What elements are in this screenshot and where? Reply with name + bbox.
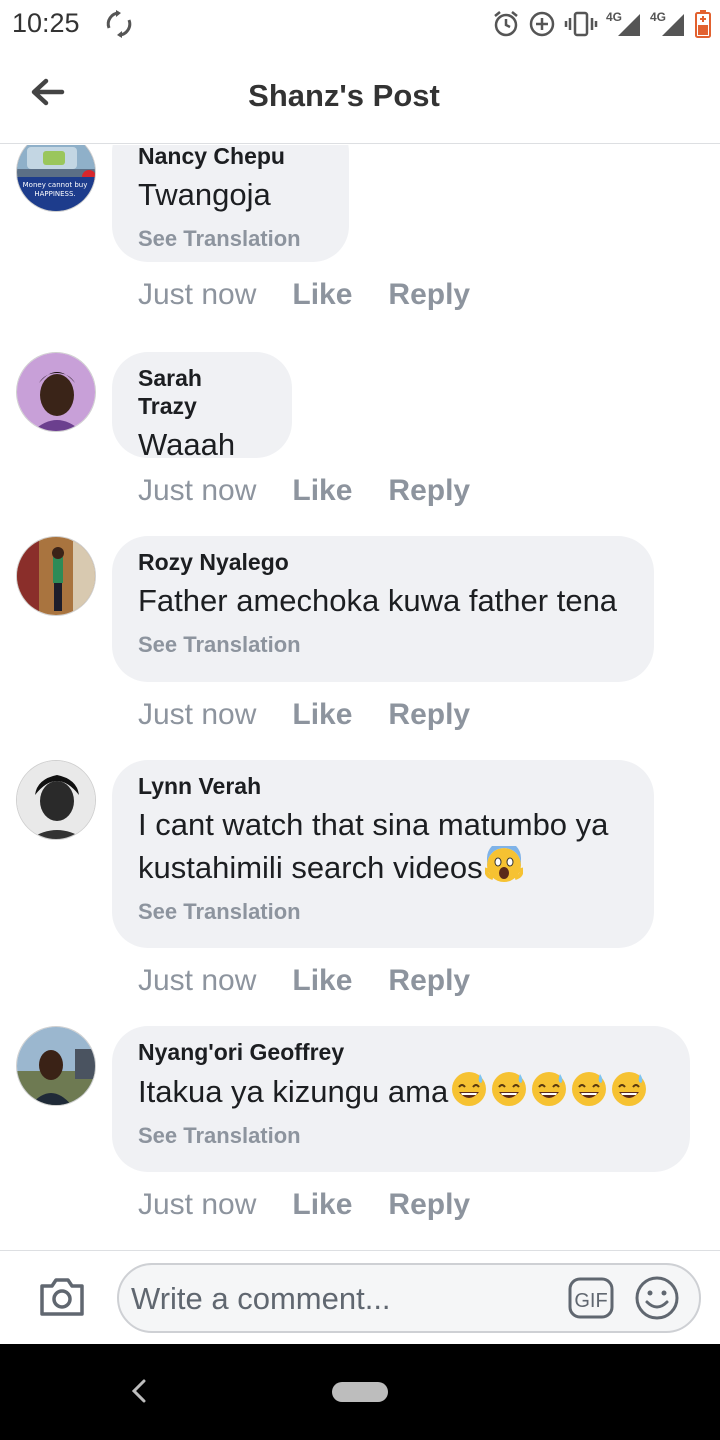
avatar-caption-2: HAPPINESS. — [34, 190, 75, 198]
timestamp: Just now — [138, 698, 257, 731]
signal-1: 4G — [606, 10, 642, 38]
comment-text: Waaah — [138, 427, 236, 462]
comment-text: Father amechoka kuwa father tena — [138, 583, 618, 618]
comment-text: Itakua ya kizungu ama — [138, 1070, 664, 1113]
status-icons: 4G 4G — [492, 6, 712, 42]
timestamp: Just now — [138, 278, 257, 311]
comment-bubble[interactable]: Sarah Trazy Waaah — [112, 352, 292, 462]
commenter-name[interactable]: Sarah Trazy — [138, 364, 266, 420]
avatar-caption-1: Money cannot buy — [23, 181, 88, 189]
emoji-group — [448, 1072, 648, 1109]
like-button[interactable]: Like — [292, 474, 352, 508]
alarm-icon — [494, 11, 518, 37]
grinning-sweat-emoji-icon — [492, 1072, 527, 1106]
see-translation-link[interactable]: See Translation — [138, 1123, 664, 1149]
signal-2: 4G — [650, 10, 686, 38]
vibrate-icon — [564, 11, 598, 37]
timestamp: Just now — [138, 474, 257, 507]
reply-button[interactable]: Reply — [388, 964, 470, 998]
nav-home-pill[interactable] — [332, 1382, 388, 1402]
status-time: 10:25 — [12, 8, 80, 38]
commenter-name[interactable]: Rozy Nyalego — [138, 548, 628, 576]
comment-actions: Just now Like Reply — [138, 1188, 470, 1222]
see-translation-link[interactable]: See Translation — [138, 899, 628, 925]
comment-bubble[interactable]: Rozy Nyalego Father amechoka kuwa father… — [112, 536, 654, 682]
commenter-name[interactable]: Lynn Verah — [138, 772, 628, 800]
screaming-face-emoji-icon — [484, 846, 523, 882]
system-navigation-bar — [0, 1344, 720, 1440]
comment-text-body: Itakua ya kizungu ama — [138, 1074, 449, 1109]
comment-text-line-2: kustahimili search videos — [138, 850, 483, 885]
avatar[interactable]: Money cannot buy HAPPINESS. — [16, 145, 96, 212]
comment-input-box[interactable]: GIF — [117, 1263, 701, 1333]
grinning-sweat-emoji-icon — [572, 1072, 607, 1106]
comment-bubble[interactable]: Nyang'ori Geoffrey Itakua ya kizungu ama — [112, 1026, 690, 1172]
see-translation-link[interactable]: See Translation — [138, 632, 628, 658]
see-translation-link[interactable]: See Translation — [138, 226, 323, 252]
like-button[interactable]: Like — [292, 698, 352, 732]
grinning-sweat-emoji-icon — [452, 1072, 487, 1106]
commenter-name[interactable]: Nancy Chepu — [138, 145, 323, 170]
avatar[interactable] — [16, 1026, 96, 1106]
timestamp: Just now — [138, 964, 257, 997]
comment-actions: Just now Like Reply — [138, 474, 470, 508]
camera-icon[interactable] — [38, 1274, 86, 1318]
comment-actions: Just now Like Reply — [138, 964, 470, 998]
grinning-sweat-emoji-icon — [532, 1072, 567, 1106]
comment-actions: Just now Like Reply — [138, 698, 470, 732]
comment-actions: Just now Like Reply — [138, 278, 470, 312]
gif-label: GIF — [574, 1290, 607, 1312]
comment-composer: GIF — [0, 1250, 720, 1344]
grinning-sweat-emoji-icon — [612, 1072, 647, 1106]
comment-input[interactable] — [131, 1279, 551, 1319]
reply-button[interactable]: Reply — [388, 278, 470, 312]
page-title: Shanz's Post — [248, 78, 440, 113]
comment-text: Twangoja — [138, 177, 271, 212]
sync-icon — [106, 10, 132, 38]
signal-icon — [662, 14, 684, 36]
commenter-name[interactable]: Nyang'ori Geoffrey — [138, 1038, 664, 1066]
comment-text-line-1: I cant watch that sina matumbo ya — [138, 807, 609, 842]
reply-button[interactable]: Reply — [388, 698, 470, 732]
reply-button[interactable]: Reply — [388, 474, 470, 508]
comment-bubble[interactable]: Lynn Verah I cant watch that sina matumb… — [112, 760, 654, 948]
gif-icon[interactable]: GIF — [567, 1276, 615, 1320]
avatar[interactable] — [16, 352, 96, 432]
comment-text: I cant watch that sina matumbo ya kustah… — [138, 804, 628, 889]
like-button[interactable]: Like — [292, 964, 352, 998]
signal-icon — [617, 14, 640, 36]
reply-button[interactable]: Reply — [388, 1188, 470, 1222]
battery-icon — [695, 10, 711, 38]
comments-feed[interactable]: Money cannot buy HAPPINESS. Nancy Chepu … — [0, 145, 720, 1250]
emoji-smiley-icon[interactable] — [634, 1275, 680, 1321]
avatar[interactable] — [16, 760, 96, 840]
app-header: Shanz's Post — [0, 50, 720, 144]
avatar[interactable] — [16, 536, 96, 616]
timestamp: Just now — [138, 1188, 257, 1221]
nav-back-icon[interactable] — [130, 1377, 148, 1405]
comment-bubble[interactable]: Nancy Chepu Twangoja See Translation — [112, 145, 349, 262]
status-bar: 10:25 4G 4G — [0, 0, 720, 50]
data-saver-icon — [529, 11, 555, 37]
like-button[interactable]: Like — [292, 1188, 352, 1222]
like-button[interactable]: Like — [292, 278, 352, 312]
